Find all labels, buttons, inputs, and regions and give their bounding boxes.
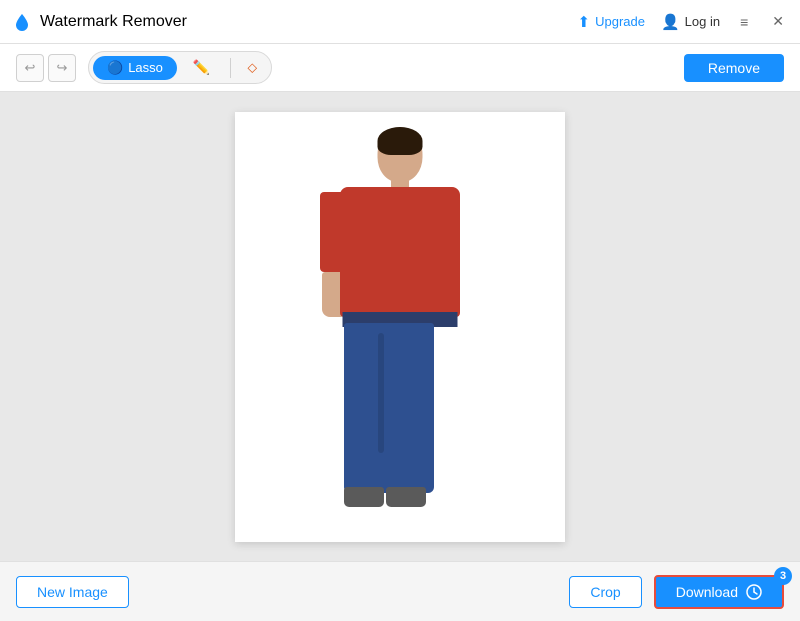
upgrade-button[interactable]: ⬆ Upgrade: [578, 13, 645, 31]
main-area: [0, 92, 800, 561]
bottom-right: Crop 3 Download: [569, 575, 784, 609]
eraser-icon: ⬦: [247, 59, 257, 76]
brush-tool-button[interactable]: ✏️: [179, 55, 224, 80]
eraser-tool-button[interactable]: ⬦: [237, 55, 267, 80]
tool-group: 🔵 Lasso ✏️ ⬦: [88, 51, 272, 84]
redo-button[interactable]: ↪: [48, 54, 76, 82]
leg-left: [344, 323, 392, 493]
shoe-left: [344, 487, 384, 507]
toolbar: ↩ ↪ 🔵 Lasso ✏️ ⬦ Remove: [0, 44, 800, 92]
download-badge: 3: [774, 567, 792, 585]
canvas-container[interactable]: [235, 112, 565, 542]
login-label: Log in: [685, 14, 720, 29]
lasso-icon: 🔵: [107, 60, 123, 76]
remove-button[interactable]: Remove: [684, 54, 784, 82]
title-right: ⬆ Upgrade 👤 Log in ≡ ✕: [578, 11, 788, 32]
menu-button[interactable]: ≡: [736, 12, 752, 32]
shirt: [340, 187, 460, 317]
app-title: Watermark Remover: [40, 13, 187, 31]
login-button[interactable]: 👤 Log in: [661, 13, 720, 31]
user-icon: 👤: [661, 13, 680, 31]
title-bar: Watermark Remover ⬆ Upgrade 👤 Log in ≡ ✕: [0, 0, 800, 44]
lasso-tool-button[interactable]: 🔵 Lasso: [93, 56, 177, 80]
download-label: Download: [676, 584, 738, 600]
person-figure: [300, 127, 500, 527]
download-wrapper: 3 Download: [654, 575, 784, 609]
title-left: Watermark Remover: [12, 12, 187, 32]
upgrade-icon: ⬆: [578, 13, 591, 31]
hair: [378, 127, 423, 155]
crop-button[interactable]: Crop: [569, 576, 641, 608]
lasso-label: Lasso: [128, 60, 163, 75]
bottom-bar: New Image Crop 3 Download: [0, 561, 800, 621]
new-image-button[interactable]: New Image: [16, 576, 129, 608]
leg-right: [386, 323, 434, 493]
app-logo-icon: [12, 12, 32, 32]
tool-separator: [230, 58, 231, 78]
upgrade-label: Upgrade: [595, 14, 645, 29]
clock-icon: [746, 584, 762, 600]
undo-redo-group: ↩ ↪: [16, 54, 76, 82]
download-button[interactable]: Download: [654, 575, 784, 609]
shoe-right: [386, 487, 426, 507]
close-button[interactable]: ✕: [768, 11, 788, 32]
brush-icon: ✏️: [193, 59, 210, 76]
undo-button[interactable]: ↩: [16, 54, 44, 82]
